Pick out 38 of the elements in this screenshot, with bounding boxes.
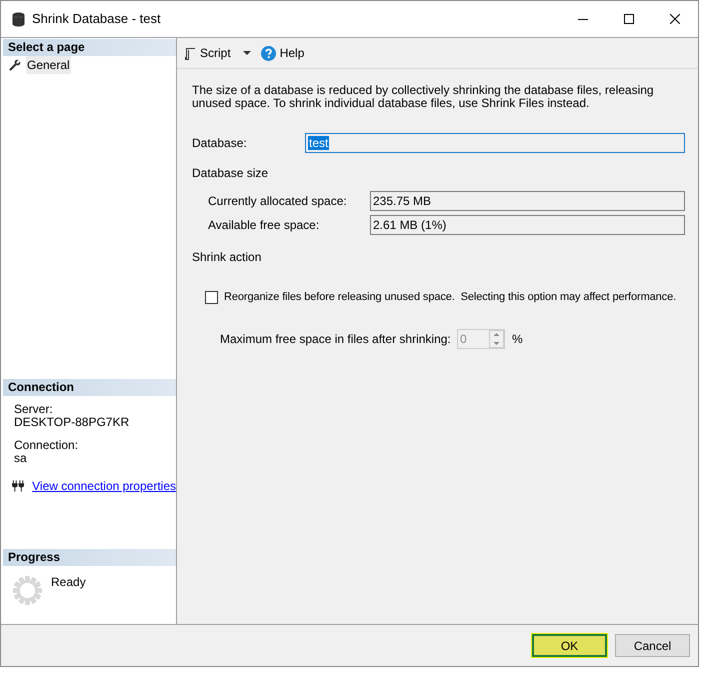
database-field[interactable]: test bbox=[305, 133, 685, 153]
page-item[interactable]: General bbox=[26, 56, 71, 74]
close-icon bbox=[670, 14, 680, 24]
progress-status: Ready bbox=[51, 574, 86, 591]
script-button[interactable]: Script bbox=[184, 44, 231, 62]
minimize-icon bbox=[578, 18, 588, 20]
readonly-field: 2.61 MB (1%) bbox=[370, 215, 685, 235]
connection-properties-link[interactable]: View connection properties bbox=[32, 477, 176, 495]
unit-label: % bbox=[512, 330, 523, 348]
field-label: Maximum free space in files after shrinking: bbox=[220, 330, 452, 348]
section-header: Progress bbox=[3, 549, 176, 566]
cancel-button[interactable]: Cancel bbox=[615, 634, 690, 657]
section-header: Connection bbox=[3, 379, 176, 396]
wrench-icon bbox=[9, 58, 21, 70]
field-value: sa bbox=[14, 452, 28, 465]
ok-button[interactable]: OK bbox=[532, 634, 607, 657]
help-icon bbox=[260, 46, 276, 60]
spinner-icon bbox=[12, 575, 43, 606]
database-icon bbox=[12, 12, 25, 26]
field-label: Currently allocated space: bbox=[207, 193, 348, 210]
field-label: Database: bbox=[192, 135, 248, 152]
description-text: The size of a database is reduced by collectively shrinking the database files, releasing unused space. To shrink individual database files, use Shrink Files instead. bbox=[192, 84, 655, 110]
plug-icon bbox=[12, 480, 24, 492]
section-label: Shrink action bbox=[192, 249, 262, 266]
help-button[interactable]: Help bbox=[260, 44, 304, 62]
checkbox-label: Reorganize files before releasing unused space. Selecting this option may affect performance. bbox=[224, 290, 676, 305]
checkbox[interactable] bbox=[205, 290, 218, 304]
section-header: Select a page bbox=[3, 39, 176, 56]
field-label: Available free space: bbox=[207, 217, 320, 234]
field-value: DESKTOP-88PG7KR bbox=[14, 416, 130, 429]
readonly-field: 235.75 MB bbox=[370, 191, 685, 211]
field-label: Server: bbox=[14, 403, 54, 416]
field-label: Connection: bbox=[14, 439, 80, 452]
maximize-icon bbox=[624, 14, 634, 24]
script-icon bbox=[184, 46, 196, 60]
dropdown-caret-icon[interactable] bbox=[242, 51, 251, 55]
section-label: Database size bbox=[192, 165, 270, 182]
window-title: Shrink Database - test bbox=[32, 10, 161, 28]
